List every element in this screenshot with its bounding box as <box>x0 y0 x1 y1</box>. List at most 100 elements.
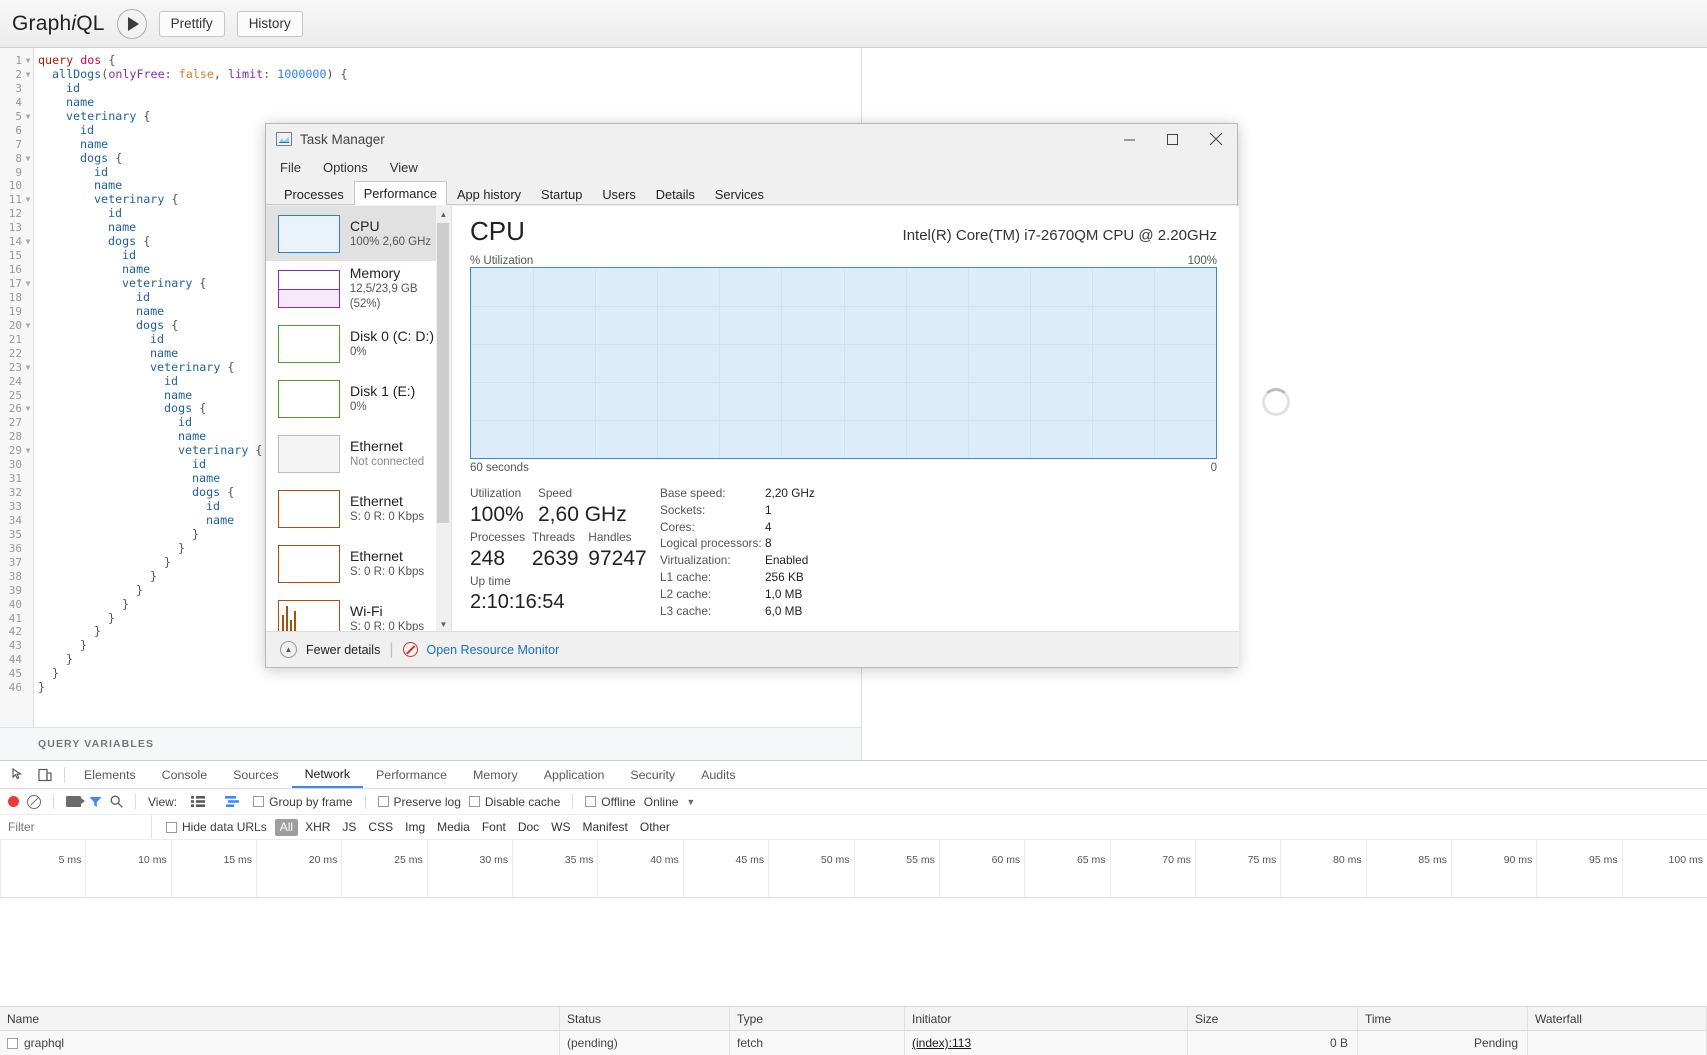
inspect-element-icon[interactable] <box>6 762 32 788</box>
disable-cache-box[interactable] <box>468 796 480 807</box>
tab-sources[interactable]: Sources <box>220 761 291 788</box>
tab-elements[interactable]: Elements <box>71 761 149 788</box>
history-button[interactable]: History <box>236 10 303 37</box>
tab-performance[interactable]: Performance <box>353 181 448 205</box>
tab-app-history[interactable]: App history <box>447 183 531 204</box>
tab-security[interactable]: Security <box>617 761 688 788</box>
devtools-tabbar[interactable]: Elements Console Sources Network Performance… <box>0 761 1707 789</box>
execute-query-button[interactable] <box>116 8 147 39</box>
column-header-type[interactable]: Type <box>730 1006 905 1031</box>
preserve-log-checkbox[interactable]: Preserve log <box>377 795 461 809</box>
resource-item-ethernet[interactable]: Ethernet Not connected <box>266 426 451 481</box>
tab-application[interactable]: Application <box>531 761 618 788</box>
clear-icon[interactable] <box>27 794 41 809</box>
fewer-details-button[interactable]: Fewer details <box>306 643 380 657</box>
resource-item-wi-fi[interactable]: Wi-Fi S: 0 R: 0 Kbps <box>266 591 451 633</box>
menu-item-file[interactable]: File <box>280 160 301 175</box>
fold-toggle-icon[interactable]: ▼ <box>24 319 32 333</box>
filter-chip-manifest[interactable]: Manifest <box>578 819 633 836</box>
table-header-row[interactable]: Name Status Type Initiator Size Time Wat… <box>0 1006 1707 1031</box>
scrollbar-thumb[interactable] <box>437 223 449 523</box>
scroll-up-icon[interactable]: ▲ <box>436 206 451 223</box>
initiator-link[interactable]: (index):113 <box>912 1036 971 1050</box>
task-manager-window[interactable]: Task Manager File Options View Processes Pe… <box>265 123 1239 668</box>
tab-audits[interactable]: Audits <box>688 761 748 788</box>
fold-toggle-icon[interactable]: ▼ <box>24 402 32 416</box>
resource-item-cpu[interactable]: CPU 100% 2,60 GHz <box>266 206 451 261</box>
tab-network[interactable]: Network <box>291 761 364 788</box>
resource-item-ethernet[interactable]: Ethernet S: 0 R: 0 Kbps <box>266 536 451 591</box>
column-header-status[interactable]: Status <box>560 1006 730 1031</box>
resource-list[interactable]: CPU 100% 2,60 GHz Memory 12,5/23,9 GB (52%)… <box>266 206 452 633</box>
filter-chip-ws[interactable]: WS <box>546 819 575 836</box>
group-by-frame-checkbox[interactable]: Group by frame <box>253 795 353 809</box>
filter-chip-media[interactable]: Media <box>432 819 475 836</box>
waterfall-view-icon[interactable] <box>219 789 245 815</box>
cell-initiator[interactable]: (index):113 <box>905 1031 1188 1055</box>
tab-users[interactable]: Users <box>592 183 645 204</box>
search-icon[interactable] <box>110 795 123 808</box>
hide-data-urls-checkbox[interactable]: Hide data URLs <box>166 820 267 834</box>
close-button[interactable] <box>1194 124 1237 154</box>
capture-screenshots-icon[interactable] <box>66 796 85 807</box>
filter-chip-other[interactable]: Other <box>635 819 675 836</box>
query-variables-panel[interactable]: QUERY VARIABLES <box>0 727 862 760</box>
filter-input[interactable] <box>0 815 152 839</box>
column-header-initiator[interactable]: Initiator <box>905 1006 1188 1031</box>
tab-startup[interactable]: Startup <box>531 183 592 204</box>
fold-toggle-icon[interactable]: ▼ <box>24 444 32 458</box>
fold-toggle-icon[interactable]: ▼ <box>24 277 32 291</box>
fold-toggle-icon[interactable]: ▼ <box>24 68 32 82</box>
tab-memory[interactable]: Memory <box>460 761 531 788</box>
group-by-frame-box[interactable] <box>253 796 265 807</box>
filter-chip-all[interactable]: All <box>274 818 299 836</box>
column-header-time[interactable]: Time <box>1358 1006 1528 1031</box>
prettify-button[interactable]: Prettify <box>158 10 225 37</box>
resource-item-ethernet[interactable]: Ethernet S: 0 R: 0 Kbps <box>266 481 451 536</box>
fold-toggle-icon[interactable]: ▼ <box>24 152 32 166</box>
record-button-icon[interactable] <box>8 796 19 807</box>
fold-toggle-icon[interactable]: ▼ <box>24 110 32 124</box>
tab-performance[interactable]: Performance <box>363 761 460 788</box>
filter-chip-img[interactable]: Img <box>400 819 430 836</box>
filter-icon[interactable] <box>89 796 102 808</box>
filter-chip-doc[interactable]: Doc <box>513 819 544 836</box>
tab-processes[interactable]: Processes <box>274 183 354 204</box>
fold-toggle-icon[interactable]: ▼ <box>24 361 32 375</box>
column-header-waterfall[interactable]: Waterfall <box>1528 1006 1707 1031</box>
tab-details[interactable]: Details <box>646 183 705 204</box>
list-view-icon[interactable] <box>185 789 211 815</box>
resource-item-disk-0-c-d[interactable]: Disk 0 (C: D:) 0% <box>266 316 451 371</box>
offline-box[interactable] <box>585 796 597 807</box>
filter-chip-css[interactable]: CSS <box>363 819 398 836</box>
tab-console[interactable]: Console <box>149 761 220 788</box>
offline-checkbox[interactable]: Offline <box>585 795 636 809</box>
menu-item-view[interactable]: View <box>390 160 418 175</box>
column-header-name[interactable]: Name <box>0 1006 560 1031</box>
disable-cache-checkbox[interactable]: Disable cache <box>468 795 560 809</box>
chevron-down-icon[interactable]: ▼ <box>686 797 695 807</box>
resource-type-chips[interactable]: All XHR JS CSS Img Media Font Doc WS Manifest Othe… <box>274 818 675 836</box>
maximize-button[interactable] <box>1151 124 1194 154</box>
task-manager-menubar[interactable]: File Options View <box>266 154 1237 180</box>
filter-chip-font[interactable]: Font <box>477 819 511 836</box>
network-filterbar[interactable]: Hide data URLs AllXHRJSCSSImgMediaFontDo… <box>0 815 1707 840</box>
resource-list-scrollbar[interactable]: ▲ ▼ <box>436 206 451 633</box>
column-header-size[interactable]: Size <box>1188 1006 1358 1031</box>
cell-name[interactable]: graphql <box>0 1031 560 1055</box>
minimize-button[interactable] <box>1108 124 1151 154</box>
filter-chip-xhr[interactable]: XHR <box>300 819 335 836</box>
resource-item-memory[interactable]: Memory 12,5/23,9 GB (52%) <box>266 261 451 316</box>
network-requests-table[interactable]: Name Status Type Initiator Size Time Wat… <box>0 1006 1707 1055</box>
fold-toggle-icon[interactable]: ▼ <box>24 235 32 249</box>
task-manager-tabs[interactable]: Processes Performance App history Startup Us… <box>266 180 1237 205</box>
filter-chip-js[interactable]: JS <box>337 819 361 836</box>
device-toolbar-icon[interactable] <box>32 762 58 788</box>
table-row[interactable]: graphql (pending) fetch (index):113 0 B … <box>0 1031 1707 1055</box>
tab-services[interactable]: Services <box>705 183 774 204</box>
open-resource-monitor-link[interactable]: Open Resource Monitor <box>427 643 560 657</box>
online-throttle-label[interactable]: Online <box>644 795 679 809</box>
resource-item-disk-1-e[interactable]: Disk 1 (E:) 0% <box>266 371 451 426</box>
fold-toggle-icon[interactable]: ▼ <box>24 54 32 68</box>
menu-item-options[interactable]: Options <box>323 160 368 175</box>
